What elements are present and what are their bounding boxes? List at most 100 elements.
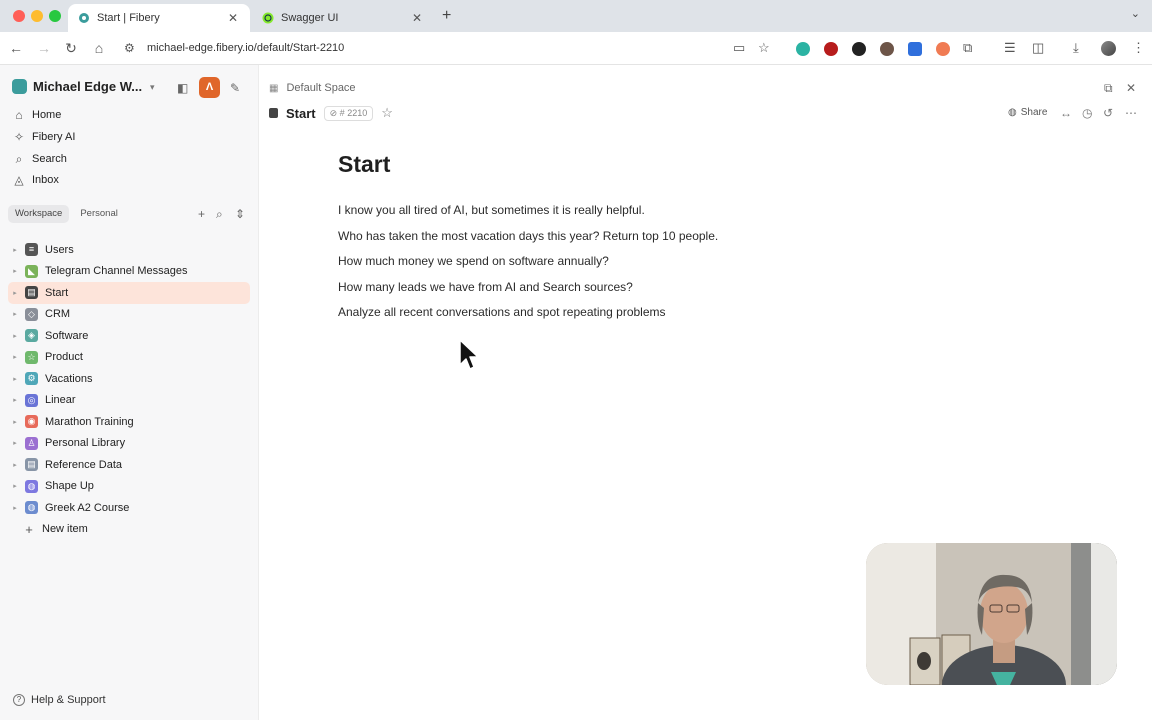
expand-caret-icon[interactable]: ▸ — [8, 332, 22, 340]
close-tab-icon[interactable]: ✕ — [410, 11, 424, 25]
sidebar-item-fibery-ai[interactable]: ✧ Fibery AI — [12, 127, 75, 147]
workspace-switcher[interactable]: Michael Edge W... — [12, 79, 142, 94]
minimize-window-button[interactable] — [31, 10, 43, 22]
space-icon: ◣ — [25, 264, 38, 278]
paragraph-3[interactable]: How much money we spend on software annu… — [338, 254, 609, 268]
expand-caret-icon[interactable]: ▸ — [8, 418, 22, 426]
forward-arrow-icon[interactable]: → — [35, 40, 53, 56]
back-arrow-icon[interactable]: ← — [7, 40, 25, 56]
expand-caret-icon[interactable]: ▸ — [8, 289, 22, 297]
history-icon[interactable]: ↺ — [1103, 106, 1113, 120]
sidebar-item-inbox[interactable]: ◬ Inbox — [12, 170, 59, 190]
browser-tab-swagger[interactable]: Swagger UI ✕ — [252, 4, 434, 32]
tree-item-label: Greek A2 Course — [45, 501, 130, 514]
expand-caret-icon[interactable]: ▸ — [8, 461, 22, 469]
sidebar-tree-item[interactable]: ▸ ◍ Shape Up — [8, 476, 250, 498]
sidebar-tree-item[interactable]: ▸ ≡ Users — [8, 239, 250, 261]
sidebar-tree-item[interactable]: ▸ ◣ Telegram Channel Messages — [8, 261, 250, 283]
sidebar-tree-item[interactable]: ▸ ◍ Greek A2 Course — [8, 497, 250, 519]
space-grid-icon: ▦ — [269, 82, 279, 94]
expand-caret-icon[interactable]: ▸ — [8, 353, 22, 361]
browser-tab-fibery[interactable]: Start | Fibery ✕ — [68, 4, 250, 32]
add-icon[interactable]: + — [198, 207, 205, 221]
paragraph-1[interactable]: I know you all tired of AI, but sometime… — [338, 203, 645, 217]
open-in-panel-icon[interactable]: ⧉ — [1104, 81, 1113, 96]
expand-caret-icon[interactable]: ▸ — [8, 504, 22, 512]
url-text[interactable]: michael-edge.fibery.io/default/Start-221… — [147, 42, 344, 54]
collapse-sidebar-icon[interactable]: ◧ — [177, 81, 188, 95]
paragraph-5[interactable]: Analyze all recent conversations and spo… — [338, 305, 666, 319]
maximize-window-button[interactable] — [49, 10, 61, 22]
sidebar-tree-item[interactable]: ▸ ◇ CRM — [8, 304, 250, 326]
reading-list-icon[interactable]: ☰ — [1004, 40, 1016, 56]
install-app-icon[interactable]: ▭ — [733, 40, 745, 56]
expand-caret-icon[interactable]: ▸ — [8, 246, 22, 254]
bookmark-star-icon[interactable]: ☆ — [758, 40, 770, 56]
compose-icon[interactable]: ✎ — [230, 81, 240, 95]
expand-width-icon[interactable]: ↔ — [1060, 106, 1072, 120]
new-tab-button[interactable]: + — [442, 7, 451, 25]
sidebar-tree-item[interactable]: ▸ ◎ Linear — [8, 390, 250, 412]
help-support-link[interactable]: ? Help & Support — [13, 694, 106, 706]
side-panel-icon[interactable]: ◫ — [1032, 40, 1044, 56]
favorite-star-icon[interactable]: ☆ — [381, 105, 393, 121]
browser-menu-icon[interactable]: ⋮ — [1132, 40, 1145, 56]
expand-caret-icon[interactable]: ▸ — [8, 482, 22, 490]
tab-workspace[interactable]: Workspace — [8, 205, 70, 223]
close-tab-icon[interactable]: ✕ — [226, 11, 240, 25]
sidebar-tree-item[interactable]: ▸ ◈ Software — [8, 325, 250, 347]
home-icon[interactable]: ⌂ — [90, 40, 108, 56]
extension-fibery-icon[interactable] — [796, 42, 810, 56]
swagger-favicon-icon — [262, 12, 274, 24]
new-item-button[interactable]: + New item — [8, 519, 250, 541]
reminder-clock-icon[interactable]: ◷ — [1082, 106, 1092, 120]
space-tree: ▸ ≡ Users ▸ ◣ Telegram Channel Messages ▸ ▤ Star… — [8, 239, 250, 540]
document-icon — [269, 108, 278, 118]
paragraph-4[interactable]: How many leads we have from AI and Searc… — [338, 280, 633, 294]
extensions-puzzle-icon[interactable]: ⧉ — [963, 40, 972, 56]
expand-caret-icon[interactable]: ▸ — [8, 396, 22, 404]
id-badge[interactable]: ⊘ # 2210 — [323, 105, 374, 121]
expand-caret-icon[interactable]: ▸ — [8, 310, 22, 318]
sidebar-tree-item[interactable]: ▸ ▤ Reference Data — [8, 454, 250, 476]
page-title[interactable]: Start — [338, 151, 390, 178]
collapse-all-icon[interactable]: ⇕ — [235, 207, 245, 221]
address-bar[interactable]: ⚙ michael-edge.fibery.io/default/Start-2… — [118, 36, 780, 61]
help-icon: ? — [13, 694, 25, 706]
reload-icon[interactable]: ↻ — [62, 40, 80, 56]
extension-ublock-icon[interactable] — [824, 42, 838, 56]
search-icon[interactable]: ⌕ — [216, 207, 223, 222]
extension-shield-icon[interactable] — [908, 42, 922, 56]
profile-avatar[interactable] — [1101, 41, 1116, 56]
expand-caret-icon[interactable]: ▸ — [8, 439, 22, 447]
site-settings-icon[interactable]: ⚙ — [124, 41, 135, 55]
sidebar-tree-item[interactable]: ▸ ◉ Marathon Training — [8, 411, 250, 433]
extension-dark-icon[interactable] — [852, 42, 866, 56]
paragraph-2[interactable]: Who has taken the most vacation days thi… — [338, 229, 718, 243]
entity-title[interactable]: Start — [286, 106, 316, 121]
tab-personal[interactable]: Personal — [73, 205, 125, 223]
close-window-button[interactable] — [13, 10, 25, 22]
extension-claude-icon[interactable] — [936, 42, 950, 56]
share-button[interactable]: ◍ Share — [1008, 107, 1047, 118]
sidebar-tree-item[interactable]: ▸ ♙ Personal Library — [8, 433, 250, 455]
expand-caret-icon[interactable]: ▸ — [8, 375, 22, 383]
help-label: Help & Support — [31, 694, 106, 706]
link-icon: ⊘ # — [329, 107, 348, 118]
download-icon[interactable]: ⤓ — [1073, 40, 1079, 56]
sidebar-tree-item[interactable]: ▸ ⚙ Vacations — [8, 368, 250, 390]
chevron-down-icon[interactable]: ▾ — [150, 82, 155, 93]
extension-brown-icon[interactable] — [880, 42, 894, 56]
ai-assistant-button[interactable]: Λ — [199, 77, 220, 98]
sidebar-item-search[interactable]: ⌕ Search — [12, 149, 67, 169]
expand-caret-icon[interactable]: ▸ — [8, 267, 22, 275]
share-label: Share — [1020, 107, 1048, 118]
breadcrumb[interactable]: ▦ Default Space — [269, 82, 356, 94]
more-options-icon[interactable]: ⋯ — [1125, 106, 1137, 120]
sidebar-tree-item[interactable]: ▸ ☆ Product — [8, 347, 250, 369]
tree-item-label: Marathon Training — [45, 415, 134, 428]
tab-search-chevron-icon[interactable]: ⌄ — [1131, 7, 1140, 20]
sidebar-item-home[interactable]: ⌂ Home — [12, 105, 61, 125]
close-icon[interactable]: ✕ — [1126, 81, 1136, 95]
sidebar-tree-item[interactable]: ▸ ▤ Start — [8, 282, 250, 304]
